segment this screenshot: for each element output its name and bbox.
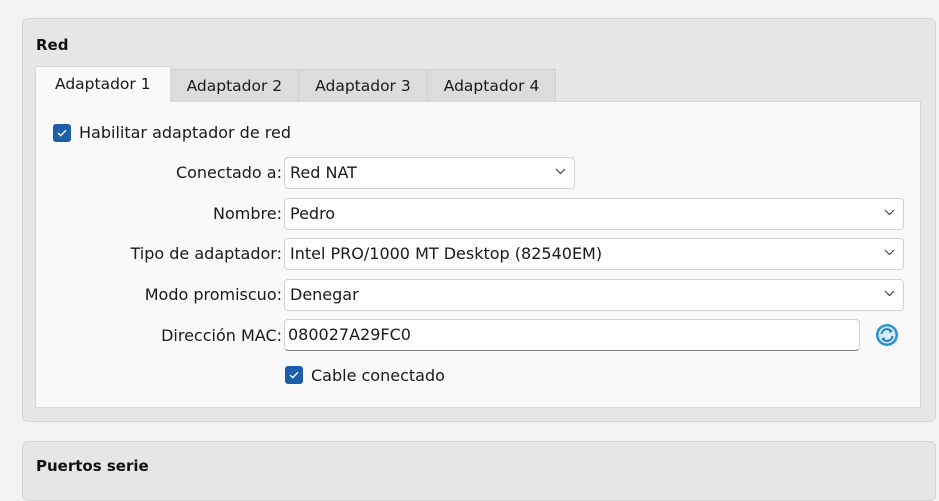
- adapter-type-value: Intel PRO/1000 MT Desktop (82540EM): [290, 244, 603, 263]
- promiscuous-value: Denegar: [290, 285, 359, 304]
- promiscuous-label: Modo promiscuo:: [144, 285, 282, 304]
- enable-adapter-label: Habilitar adaptador de red: [79, 123, 291, 142]
- name-label: Nombre:: [213, 204, 282, 223]
- tab-adapter-3[interactable]: Adaptador 3: [298, 69, 428, 102]
- mac-input[interactable]: 080027A29FC0: [284, 319, 860, 351]
- chevron-down-icon: [884, 249, 895, 256]
- serial-ports-section: Puertos serie: [22, 441, 936, 501]
- check-icon: [57, 129, 67, 137]
- attached-to-select[interactable]: Red NAT: [284, 157, 575, 189]
- network-section: Red Adaptador 1 Adaptador 2 Adaptador 3 …: [22, 18, 936, 422]
- cable-connected-checkbox[interactable]: [285, 366, 303, 384]
- promiscuous-select[interactable]: Denegar: [284, 279, 904, 311]
- section-title: Puertos serie: [36, 457, 149, 475]
- tab-adapter-4[interactable]: Adaptador 4: [426, 69, 557, 102]
- tab-adapter-1[interactable]: Adaptador 1: [35, 66, 171, 102]
- attached-to-value: Red NAT: [290, 163, 357, 182]
- attached-to-label: Conectado a:: [175, 163, 282, 182]
- cable-connected-label: Cable conectado: [311, 366, 445, 385]
- check-icon: [289, 371, 299, 379]
- name-select[interactable]: Pedro: [284, 198, 904, 230]
- tab-adapter-2[interactable]: Adaptador 2: [169, 69, 300, 102]
- chevron-down-icon: [555, 168, 566, 175]
- adapter-type-label: Tipo de adaptador:: [130, 244, 282, 263]
- mac-label: Dirección MAC:: [161, 326, 282, 345]
- chevron-down-icon: [884, 290, 895, 297]
- adapter-tabs: Adaptador 1 Adaptador 2 Adaptador 3 Adap…: [35, 66, 557, 102]
- tab-content: Habilitar adaptador de red Conectado a: …: [35, 101, 921, 408]
- chevron-down-icon: [884, 209, 895, 216]
- refresh-icon[interactable]: [874, 322, 900, 348]
- enable-adapter-checkbox[interactable]: [53, 124, 71, 142]
- adapter-type-select[interactable]: Intel PRO/1000 MT Desktop (82540EM): [284, 238, 904, 270]
- section-title: Red: [36, 36, 69, 54]
- name-value: Pedro: [290, 204, 336, 223]
